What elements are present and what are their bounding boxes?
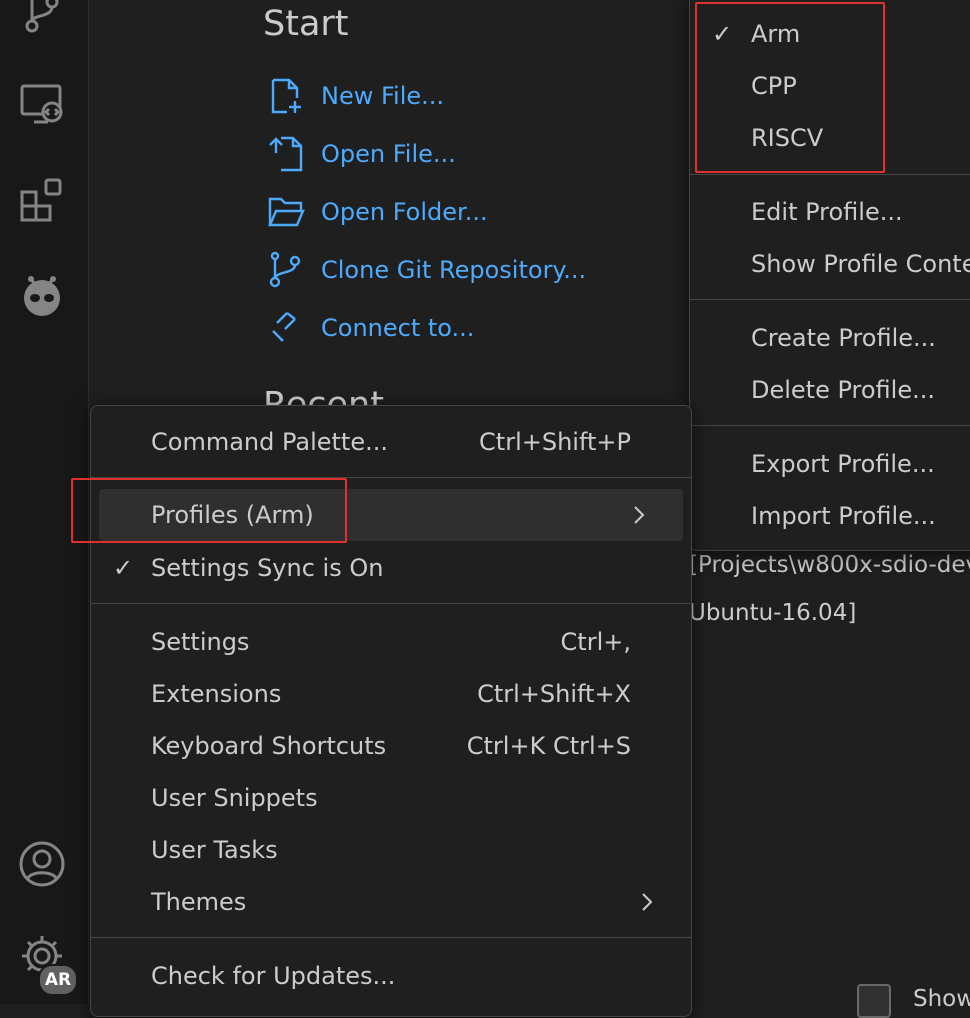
delete-profile-item[interactable]: Delete Profile... xyxy=(690,364,970,416)
check-for-updates-label: Check for Updates... xyxy=(151,962,396,990)
separator xyxy=(690,299,970,300)
show-welcome-label: Show xyxy=(913,986,970,1012)
git-branch-icon xyxy=(269,251,301,288)
new-file-label: New File... xyxy=(321,82,445,110)
profile-arm-label: Arm xyxy=(751,20,801,48)
profiles-label: Profiles (Arm) xyxy=(151,501,314,529)
manage-menu: Command Palette... Ctrl+Shift+P Profiles… xyxy=(90,405,692,1017)
remote-connect-icon xyxy=(272,312,296,342)
separator xyxy=(690,174,970,175)
keybinding: Ctrl+K Ctrl+S xyxy=(466,732,631,760)
keyboard-shortcuts-item[interactable]: Keyboard Shortcuts Ctrl+K Ctrl+S xyxy=(91,720,691,772)
profiles-item[interactable]: Profiles (Arm) xyxy=(99,489,683,541)
import-profile-item[interactable]: Import Profile... xyxy=(690,490,970,542)
settings-sync-label: Settings Sync is On xyxy=(151,554,384,582)
settings-sync-item[interactable]: ✓ Settings Sync is On xyxy=(91,542,691,594)
profile-cpp-label: CPP xyxy=(751,72,797,100)
edit-profile-label: Edit Profile... xyxy=(751,198,903,226)
create-profile-label: Create Profile... xyxy=(751,324,936,352)
chevron-right-icon xyxy=(634,506,645,524)
user-snippets-item[interactable]: User Snippets xyxy=(91,772,691,824)
open-folder-icon xyxy=(268,197,305,227)
show-profile-contents-label: Show Profile Contents xyxy=(751,250,970,278)
extensions-label: Extensions xyxy=(151,680,282,708)
open-folder-label: Open Folder... xyxy=(321,198,488,226)
chevron-right-icon xyxy=(642,893,653,911)
keybinding: Ctrl+Shift+P xyxy=(479,428,631,456)
profile-arm[interactable]: ✓ Arm xyxy=(690,8,970,60)
open-file-label: Open File... xyxy=(321,140,456,168)
show-welcome-checkbox[interactable] xyxy=(857,984,891,1018)
user-tasks-label: User Tasks xyxy=(151,836,278,864)
profile-riscv-label: RISCV xyxy=(751,124,824,152)
extensions-item[interactable]: Extensions Ctrl+Shift+X xyxy=(91,668,691,720)
delete-profile-label: Delete Profile... xyxy=(751,376,935,404)
connect-to-link[interactable]: Connect to... xyxy=(267,306,474,350)
separator xyxy=(91,477,691,478)
recent-title: Recent xyxy=(263,385,384,407)
keybinding: Ctrl+, xyxy=(560,628,631,656)
keyboard-shortcuts-label: Keyboard Shortcuts xyxy=(151,732,387,760)
user-snippets-label: User Snippets xyxy=(151,784,318,812)
clone-git-repository-link[interactable]: Clone Git Repository... xyxy=(267,248,586,292)
recent-path-2[interactable]: Ubuntu-16.04] xyxy=(689,600,856,626)
keybinding: Ctrl+Shift+X xyxy=(477,680,631,708)
platformio-icon[interactable] xyxy=(16,270,68,322)
settings-label: Settings xyxy=(151,628,250,656)
check-icon: ✓ xyxy=(113,554,134,582)
export-profile-item[interactable]: Export Profile... xyxy=(690,438,970,490)
accounts-icon[interactable] xyxy=(16,838,68,890)
recent-path-1[interactable]: [Projects\w800x-sdio-dev xyxy=(689,552,970,578)
import-profile-label: Import Profile... xyxy=(751,502,936,530)
activity-bar: AR xyxy=(0,0,89,1004)
export-profile-label: Export Profile... xyxy=(751,450,935,478)
open-folder-link[interactable]: Open Folder... xyxy=(267,190,488,234)
separator xyxy=(690,425,970,426)
create-profile-item[interactable]: Create Profile... xyxy=(690,312,970,364)
separator xyxy=(91,937,691,938)
connect-to-label: Connect to... xyxy=(321,314,475,342)
new-file-icon xyxy=(271,78,301,114)
remote-explorer-icon[interactable] xyxy=(16,78,68,130)
edit-profile-item[interactable]: Edit Profile... xyxy=(690,186,970,238)
themes-label: Themes xyxy=(151,888,247,916)
settings-item[interactable]: Settings Ctrl+, xyxy=(91,616,691,668)
profiles-submenu: ✓ Arm CPP RISCV Edit Profile... Show Pro… xyxy=(689,0,970,551)
show-profile-contents-item[interactable]: Show Profile Contents xyxy=(690,238,970,290)
profile-cpp[interactable]: CPP xyxy=(690,60,970,112)
profile-badge: AR xyxy=(38,964,78,996)
separator xyxy=(91,603,691,604)
profile-riscv[interactable]: RISCV xyxy=(690,112,970,164)
source-control-icon[interactable] xyxy=(16,0,68,38)
open-file-icon xyxy=(269,136,303,172)
start-title: Start xyxy=(263,4,349,44)
themes-item[interactable]: Themes xyxy=(91,876,691,928)
command-palette-item[interactable]: Command Palette... Ctrl+Shift+P xyxy=(91,416,691,468)
check-icon: ✓ xyxy=(712,20,733,48)
open-file-link[interactable]: Open File... xyxy=(267,132,456,176)
new-file-link[interactable]: New File... xyxy=(267,74,444,118)
command-palette-label: Command Palette... xyxy=(151,428,388,456)
clone-git-repository-label: Clone Git Repository... xyxy=(321,256,587,284)
check-for-updates-item[interactable]: Check for Updates... xyxy=(91,950,691,1002)
extensions-icon[interactable] xyxy=(16,174,68,226)
user-tasks-item[interactable]: User Tasks xyxy=(91,824,691,876)
